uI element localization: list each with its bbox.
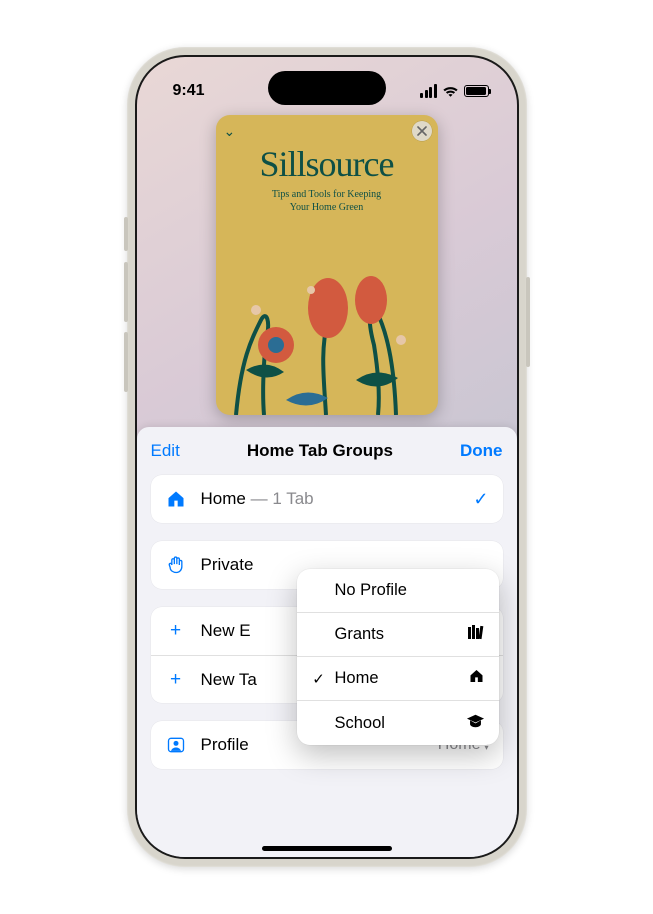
checkmark-icon: ✓ (311, 670, 327, 688)
group-home: Home — 1 Tab ✓ (151, 475, 503, 523)
tab-thumbnail[interactable]: ⌄ Sillsource Tips and Tools for Keeping … (216, 115, 438, 415)
status-bar: 9:41 (137, 57, 517, 111)
tab-site-subtitle: Tips and Tools for Keeping Your Home Gre… (216, 189, 438, 214)
volume-up-button (124, 262, 128, 322)
volume-down-button (124, 332, 128, 392)
home-indicator (262, 846, 392, 851)
profile-icon (165, 735, 187, 755)
profile-option-no-profile[interactable]: No Profile (297, 569, 499, 613)
iphone-device-frame: 9:41 ⌄ Sillsource Tips and Tools for Kee… (127, 47, 527, 867)
profile-option-grants[interactable]: Grants (297, 613, 499, 657)
done-button[interactable]: Done (460, 441, 503, 461)
power-button (526, 277, 530, 367)
profile-popover: No Profile Grants ✓Home School (297, 569, 499, 745)
graduation-cap-icon (466, 714, 485, 733)
profile-option-school[interactable]: School (297, 701, 499, 745)
books-icon (467, 625, 485, 645)
house-icon (468, 668, 485, 689)
house-icon (165, 489, 187, 509)
status-right (420, 84, 489, 98)
cellular-icon (420, 84, 437, 98)
profile-option-home[interactable]: ✓Home (297, 657, 499, 701)
sheet-header: Edit Home Tab Groups Done (151, 427, 503, 475)
silent-switch (124, 217, 128, 251)
chevron-down-icon: ⌄ (224, 123, 236, 140)
tab-site-title: Sillsource (216, 143, 438, 185)
floral-artwork (216, 250, 438, 415)
close-icon (417, 126, 427, 136)
sheet-title: Home Tab Groups (247, 441, 393, 461)
tab-group-home[interactable]: Home — 1 Tab ✓ (151, 475, 503, 523)
plus-icon: + (165, 669, 187, 691)
edit-button[interactable]: Edit (151, 441, 180, 461)
battery-icon (464, 85, 489, 97)
screen: 9:41 ⌄ Sillsource Tips and Tools for Kee… (135, 55, 519, 859)
plus-icon: + (165, 620, 187, 642)
tabs-overview: ⌄ Sillsource Tips and Tools for Keeping … (137, 111, 517, 421)
wifi-icon (442, 85, 459, 98)
tab-groups-sheet: Edit Home Tab Groups Done Home — 1 Tab ✓ (137, 427, 517, 857)
hand-icon (165, 555, 187, 575)
close-tab-button[interactable] (412, 121, 432, 141)
row-label: Home — 1 Tab (201, 489, 460, 509)
status-time: 9:41 (173, 82, 205, 100)
checkmark-icon: ✓ (473, 489, 488, 510)
